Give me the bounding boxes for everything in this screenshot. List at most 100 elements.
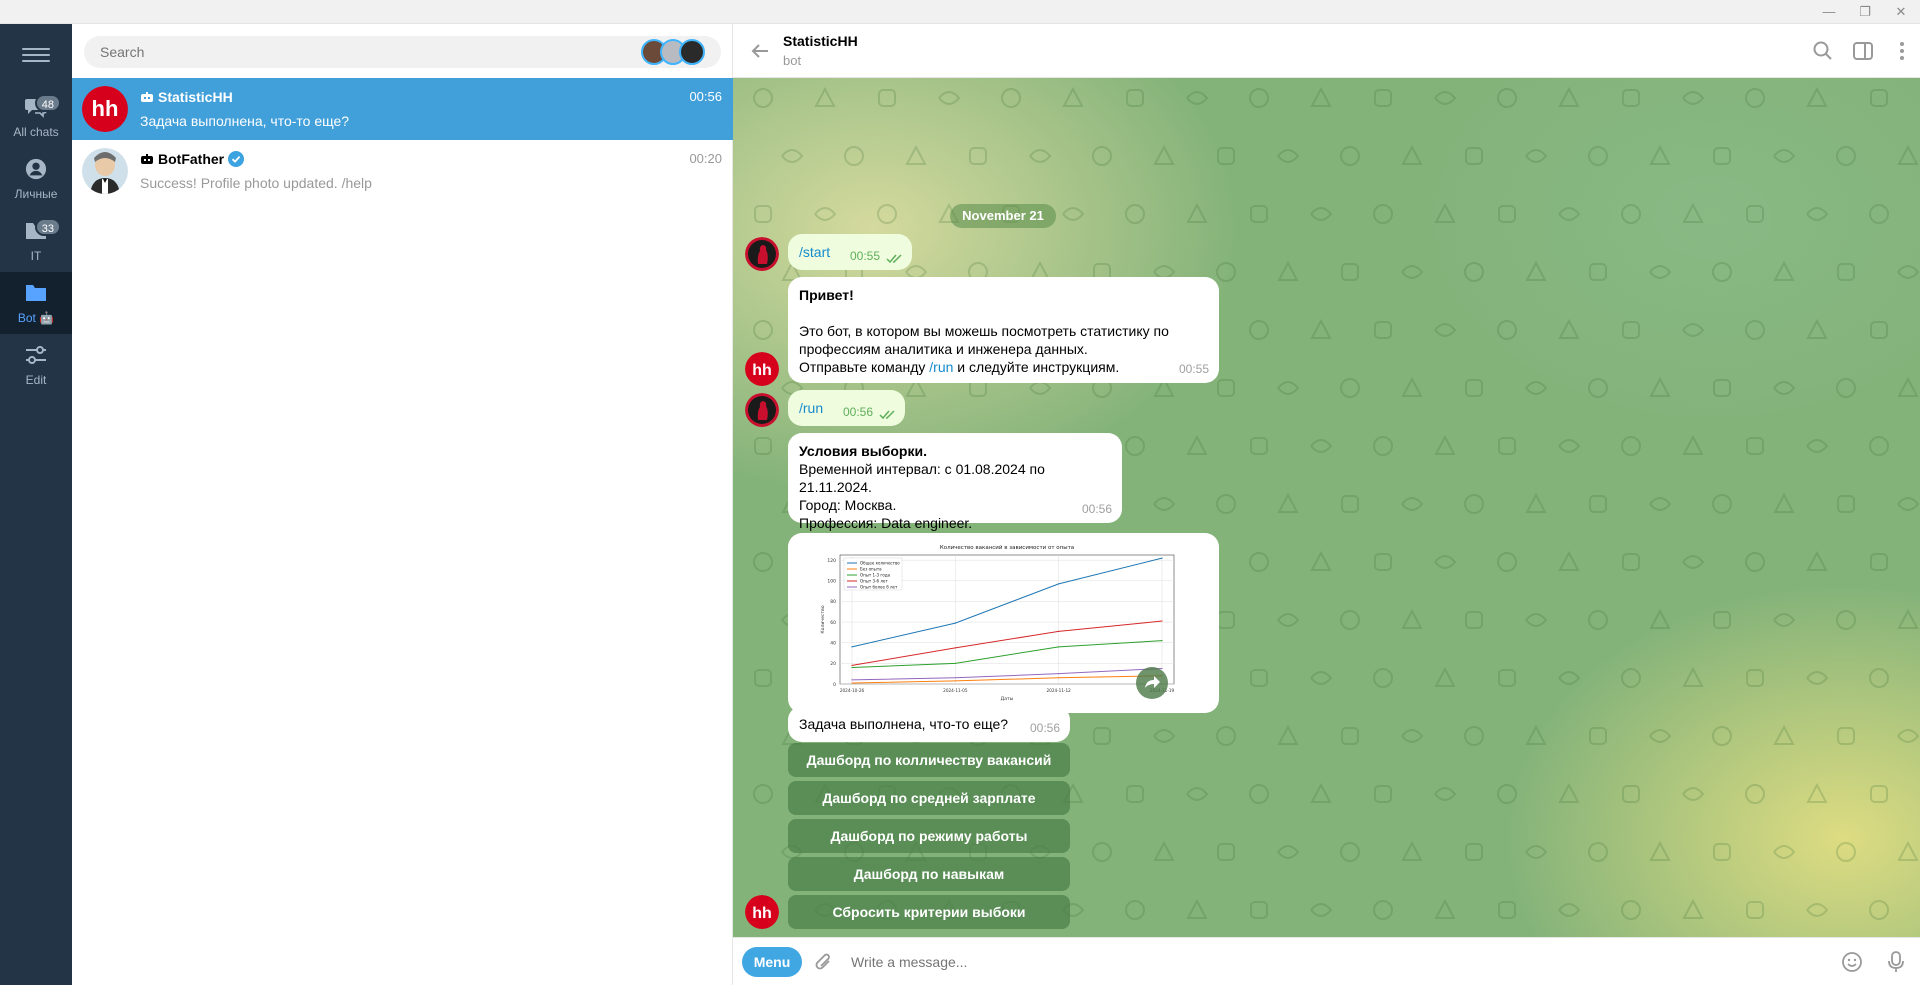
y-tick-label: 40 <box>830 641 836 647</box>
keyboard-button-avg-salary[interactable]: Дашборд по средней зарплате <box>788 781 1070 815</box>
bot-menu-button[interactable]: Menu <box>742 947 802 977</box>
doodle <box>1310 207 1333 221</box>
keyboard-button-work-mode[interactable]: Дашборд по режиму работы <box>788 819 1070 853</box>
chat-row-botfather[interactable]: BotFather 00:20 Success! Profile photo u… <box>72 140 733 202</box>
doodle <box>1186 898 1208 919</box>
doodle <box>1216 494 1236 514</box>
user-avatar[interactable] <box>745 237 779 271</box>
doodle <box>1250 901 1268 919</box>
doodle <box>1217 147 1235 165</box>
doodle <box>1897 376 1919 397</box>
message-line: Город: Москва. <box>799 497 897 513</box>
message-input[interactable] <box>851 952 1751 972</box>
chat-header: StatisticHH bot <box>733 24 1920 78</box>
doodle <box>1341 263 1359 281</box>
story-avatar[interactable] <box>679 39 705 65</box>
doodle <box>1401 265 1424 279</box>
folder-it[interactable]: IT 33 <box>0 210 72 272</box>
doodle <box>905 144 927 165</box>
doodle <box>1897 144 1919 165</box>
folder-bot[interactable]: Bot 🤖 <box>0 272 72 334</box>
message-done[interactable]: Задача выполнена, что-то еще? 00:56 <box>788 706 1070 742</box>
legend-label: Общее количество <box>860 561 900 566</box>
doodle <box>1249 320 1269 340</box>
doodle <box>1374 553 1392 571</box>
hh-bot-avatar[interactable]: hh <box>745 352 779 386</box>
doodle <box>1897 497 1920 511</box>
doodle <box>1622 89 1640 107</box>
doodle <box>1186 91 1209 105</box>
message-start[interactable]: /start 00:55 <box>788 234 912 270</box>
hamburger-menu-icon[interactable] <box>22 44 50 70</box>
keyboard-button-reset[interactable]: Сбросить критерии выбоки <box>788 895 1070 929</box>
doodle <box>1712 726 1732 746</box>
doodle <box>1836 146 1856 166</box>
search-icon[interactable] <box>1812 40 1834 62</box>
doodle <box>1870 89 1888 107</box>
message-run[interactable]: /run 00:56 <box>788 390 905 426</box>
chat-title[interactable]: StatisticHH <box>783 33 858 49</box>
doodle <box>844 146 864 166</box>
doodle <box>1465 611 1483 629</box>
doodle <box>1125 900 1145 920</box>
doodle <box>1498 205 1516 223</box>
doodle <box>1746 437 1764 455</box>
doodle <box>1806 207 1829 221</box>
sidebar-toggle-icon[interactable] <box>1852 40 1874 62</box>
y-axis-label: Количество <box>820 605 826 633</box>
chat-time: 00:20 <box>689 151 722 166</box>
message-hello[interactable]: Привет! Это бот, в котором вы можешь пос… <box>788 277 1219 383</box>
chat-row-statistichh[interactable]: hh StatisticHH 00:56 Задача выполнена, ч… <box>72 78 733 140</box>
data-point <box>851 679 853 681</box>
doodle <box>1746 901 1764 919</box>
doodle <box>1806 86 1828 107</box>
message-time: 00:56 <box>842 405 873 419</box>
message-time: 00:55 <box>1178 362 1209 376</box>
microphone-icon[interactable] <box>1885 950 1907 974</box>
doodle <box>1806 439 1829 453</box>
keyboard-button-skills[interactable]: Дашборд по навыкам <box>788 857 1070 891</box>
folder-personal[interactable]: Личные <box>0 148 72 210</box>
doodle <box>1465 843 1483 861</box>
doodle <box>1401 497 1424 511</box>
folder-all-chats[interactable]: All chats 48 <box>0 86 72 148</box>
emoji-icon[interactable] <box>1841 951 1863 973</box>
minimize-button[interactable]: — <box>1812 0 1846 24</box>
data-point <box>954 647 956 649</box>
doodle <box>754 669 772 687</box>
doodle <box>1464 726 1484 746</box>
doodle <box>1401 608 1423 629</box>
doodle <box>1434 666 1456 687</box>
doodle <box>1558 903 1581 917</box>
x-axis-label: Даты <box>1001 696 1014 702</box>
stories-avatars[interactable] <box>641 39 705 65</box>
user-avatar[interactable] <box>745 393 779 427</box>
doodle <box>1525 845 1548 859</box>
doodle <box>781 149 804 163</box>
data-point <box>1161 640 1163 642</box>
forward-icon[interactable] <box>1136 667 1168 699</box>
keyboard-button-vacancy-count[interactable]: Дашборд по колличеству вакансий <box>788 743 1070 777</box>
doodle <box>1588 378 1608 398</box>
doodle <box>1773 724 1795 745</box>
close-button[interactable]: ✕ <box>1884 0 1918 24</box>
paperclip-icon[interactable] <box>813 951 835 973</box>
doodle <box>1806 550 1828 571</box>
doodle <box>1277 845 1300 859</box>
more-menu-icon[interactable] <box>1891 40 1913 62</box>
command-link[interactable]: /run <box>929 359 953 375</box>
data-point <box>851 646 853 648</box>
back-arrow-icon[interactable] <box>749 40 771 62</box>
doodle <box>1277 613 1300 627</box>
doodle <box>1465 147 1483 165</box>
restore-button[interactable]: ❐ <box>1848 0 1882 24</box>
folder-edit[interactable]: Edit <box>0 334 72 396</box>
doodle <box>1773 381 1796 395</box>
message-conditions[interactable]: Условия выборки. Временной интервал: с 0… <box>788 433 1122 531</box>
search-box[interactable] <box>84 36 721 68</box>
search-input[interactable] <box>100 43 550 61</box>
chat-name: StatisticHH <box>140 89 233 105</box>
doodle <box>1186 202 1208 223</box>
doodle <box>1558 550 1580 571</box>
hh-bot-avatar[interactable]: hh <box>745 895 779 929</box>
